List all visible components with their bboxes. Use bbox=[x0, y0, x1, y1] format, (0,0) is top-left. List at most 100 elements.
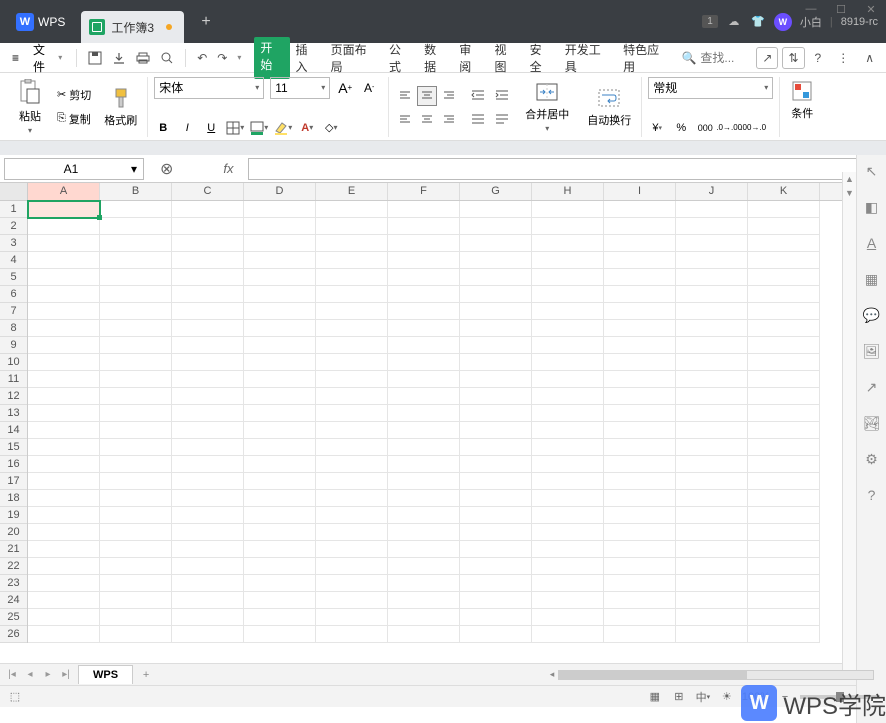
chat-icon[interactable]: 💬 bbox=[862, 305, 882, 325]
cell[interactable] bbox=[100, 592, 172, 609]
cell[interactable] bbox=[316, 286, 388, 303]
cell[interactable] bbox=[676, 337, 748, 354]
cell[interactable] bbox=[244, 303, 316, 320]
sheet-nav-prev[interactable]: ◂ bbox=[22, 667, 38, 683]
cell[interactable] bbox=[604, 575, 676, 592]
cell[interactable] bbox=[604, 354, 676, 371]
cell[interactable] bbox=[676, 609, 748, 626]
cell[interactable] bbox=[388, 320, 460, 337]
cell[interactable] bbox=[676, 592, 748, 609]
cell[interactable] bbox=[172, 609, 244, 626]
sheet-nav-first[interactable]: |◂ bbox=[4, 667, 20, 683]
cell[interactable] bbox=[748, 558, 820, 575]
cell[interactable] bbox=[100, 609, 172, 626]
cell[interactable] bbox=[316, 626, 388, 643]
row-header[interactable]: 18 bbox=[0, 490, 27, 507]
row-header[interactable]: 20 bbox=[0, 524, 27, 541]
cell[interactable] bbox=[604, 405, 676, 422]
cell[interactable] bbox=[100, 575, 172, 592]
conditional-format-button[interactable]: 条件 bbox=[786, 77, 818, 123]
row-header[interactable]: 21 bbox=[0, 541, 27, 558]
align-top-right[interactable] bbox=[439, 86, 459, 106]
app-logo[interactable]: W WPS bbox=[6, 9, 75, 35]
row-header[interactable]: 24 bbox=[0, 592, 27, 609]
cell[interactable] bbox=[532, 609, 604, 626]
cell[interactable] bbox=[388, 473, 460, 490]
align-top-center[interactable] bbox=[417, 86, 437, 106]
tab-developer[interactable]: 开发工具 bbox=[559, 37, 617, 79]
cell[interactable] bbox=[460, 507, 532, 524]
fx-label[interactable]: fx bbox=[223, 161, 233, 176]
cell[interactable] bbox=[604, 473, 676, 490]
cell[interactable] bbox=[316, 320, 388, 337]
cell[interactable] bbox=[28, 337, 100, 354]
tab-view[interactable]: 视图 bbox=[488, 37, 523, 79]
cell[interactable] bbox=[676, 354, 748, 371]
orientation-icon[interactable] bbox=[469, 110, 487, 128]
italic-button[interactable]: I bbox=[178, 119, 196, 137]
cell[interactable] bbox=[172, 354, 244, 371]
cell[interactable] bbox=[604, 252, 676, 269]
undo-icon[interactable]: ↶ bbox=[192, 48, 212, 68]
bold-button[interactable]: B bbox=[154, 119, 172, 137]
cell[interactable] bbox=[28, 490, 100, 507]
cell[interactable] bbox=[604, 320, 676, 337]
cell[interactable] bbox=[28, 286, 100, 303]
cell[interactable] bbox=[532, 235, 604, 252]
cell[interactable] bbox=[172, 269, 244, 286]
cell[interactable] bbox=[532, 269, 604, 286]
image-icon[interactable]: 🏞 bbox=[862, 413, 882, 433]
cell[interactable] bbox=[28, 388, 100, 405]
cell[interactable] bbox=[316, 303, 388, 320]
font-panel-icon[interactable]: A bbox=[862, 233, 882, 253]
cell[interactable] bbox=[244, 371, 316, 388]
align-top-left[interactable] bbox=[395, 86, 415, 106]
cell[interactable] bbox=[172, 507, 244, 524]
cell[interactable] bbox=[388, 575, 460, 592]
cell[interactable] bbox=[676, 507, 748, 524]
cell[interactable] bbox=[532, 286, 604, 303]
font-color-button[interactable]: A▾ bbox=[298, 119, 316, 137]
cells-area[interactable] bbox=[28, 201, 820, 643]
cell[interactable] bbox=[244, 456, 316, 473]
row-header[interactable]: 14 bbox=[0, 422, 27, 439]
cell[interactable] bbox=[532, 524, 604, 541]
cell[interactable] bbox=[172, 320, 244, 337]
cell[interactable] bbox=[28, 609, 100, 626]
formula-input[interactable] bbox=[248, 158, 858, 180]
cell[interactable] bbox=[388, 252, 460, 269]
cell[interactable] bbox=[316, 609, 388, 626]
row-header[interactable]: 15 bbox=[0, 439, 27, 456]
cell[interactable] bbox=[604, 371, 676, 388]
user-avatar[interactable]: W bbox=[774, 13, 792, 31]
cell[interactable] bbox=[172, 524, 244, 541]
cell[interactable] bbox=[748, 422, 820, 439]
cell[interactable] bbox=[460, 354, 532, 371]
cell[interactable] bbox=[748, 575, 820, 592]
cell[interactable] bbox=[388, 269, 460, 286]
cell[interactable] bbox=[604, 626, 676, 643]
name-box[interactable]: A1 ▾ bbox=[4, 158, 144, 180]
cell[interactable] bbox=[604, 286, 676, 303]
cell[interactable] bbox=[100, 490, 172, 507]
skin-icon[interactable]: 👕 bbox=[750, 14, 766, 30]
save-icon[interactable] bbox=[83, 48, 107, 68]
cell[interactable] bbox=[460, 371, 532, 388]
cell[interactable] bbox=[28, 507, 100, 524]
cell[interactable] bbox=[532, 575, 604, 592]
cell[interactable] bbox=[172, 388, 244, 405]
share-icon[interactable]: ↗ bbox=[756, 47, 778, 69]
cell[interactable] bbox=[676, 320, 748, 337]
tab-home[interactable]: 开始 bbox=[254, 37, 289, 79]
add-sheet-button[interactable]: + bbox=[137, 669, 155, 681]
spreadsheet-grid[interactable]: A B C D E F G H I J K 123456789101112131… bbox=[0, 183, 886, 663]
increase-decimal-icon[interactable]: .0→.00 bbox=[720, 119, 738, 137]
cell[interactable] bbox=[748, 286, 820, 303]
wrap-text-button[interactable]: 自动换行 bbox=[583, 84, 635, 130]
cell[interactable] bbox=[244, 286, 316, 303]
cell[interactable] bbox=[28, 592, 100, 609]
cell[interactable] bbox=[604, 337, 676, 354]
tab-special[interactable]: 特色应用 bbox=[617, 37, 675, 79]
cell[interactable] bbox=[460, 252, 532, 269]
cell[interactable] bbox=[676, 286, 748, 303]
